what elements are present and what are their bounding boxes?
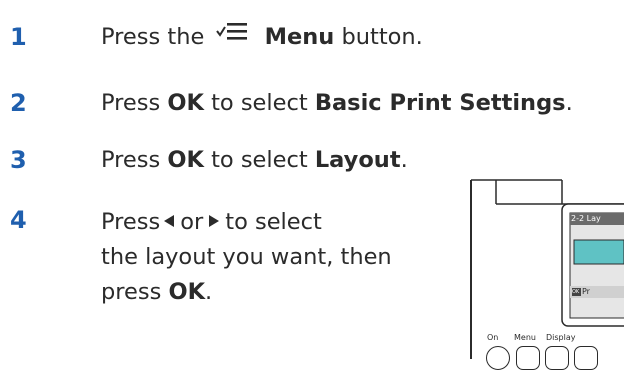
screen-header-text: 2-2 Lay — [571, 214, 601, 223]
step-text-part: button. — [341, 24, 423, 50]
step-text-part: Press — [101, 147, 161, 173]
step-text-line: the layout you want, then — [101, 244, 392, 270]
display-button-label: Display — [546, 333, 576, 342]
on-button-label: On — [487, 333, 499, 342]
step-text: Press OK to select Layout. — [101, 145, 408, 175]
left-arrow-icon — [164, 214, 175, 227]
menu-button-label: Menu — [514, 333, 536, 342]
step-text-part: Press — [101, 90, 161, 116]
menu-icon — [215, 20, 249, 50]
step-text-part: . — [400, 147, 408, 173]
on-button[interactable] — [486, 346, 510, 370]
setting-name: Basic Print Settings — [314, 90, 566, 116]
step-text: Press OK to select Basic Print Settings. — [101, 88, 573, 118]
step-text-part: to select — [225, 209, 322, 235]
printer-panel-drawing — [470, 179, 624, 359]
step-text-part: . — [565, 90, 573, 116]
step-text: Press the Menu button. — [101, 22, 423, 53]
screen-ok-badge: OK — [572, 289, 580, 295]
extra-button[interactable] — [574, 346, 598, 370]
step-text-line: Press or to select — [101, 205, 392, 240]
step-text-part: press — [101, 279, 162, 305]
step-text-part: to select — [211, 147, 308, 173]
display-button[interactable] — [545, 346, 569, 370]
menu-button[interactable] — [516, 346, 540, 370]
step-text-line: press OK. — [101, 275, 392, 310]
step-text-part: Press — [101, 209, 161, 235]
step-number: 4 — [10, 206, 27, 234]
step-number: 1 — [10, 23, 27, 51]
ok-label: OK — [168, 279, 206, 305]
menu-button-label: Menu — [264, 24, 335, 50]
ok-label: OK — [167, 147, 204, 173]
step-text: Press or to select the layout you want, th… — [101, 205, 392, 310]
step-text-part: . — [205, 279, 213, 305]
step-text-part: Press the — [101, 24, 205, 50]
setting-name: Layout — [314, 147, 401, 173]
step-text-part: to select — [211, 90, 308, 116]
ok-label: OK — [167, 90, 204, 116]
right-arrow-icon — [209, 214, 220, 227]
screen-footer-text: Pr — [582, 287, 590, 296]
printer-panel-illustration: 2-2 Lay OK Pr On Menu Display — [470, 168, 624, 370]
step-text-part: or — [180, 209, 204, 235]
step-number: 3 — [10, 146, 27, 174]
step-number: 2 — [10, 89, 27, 117]
